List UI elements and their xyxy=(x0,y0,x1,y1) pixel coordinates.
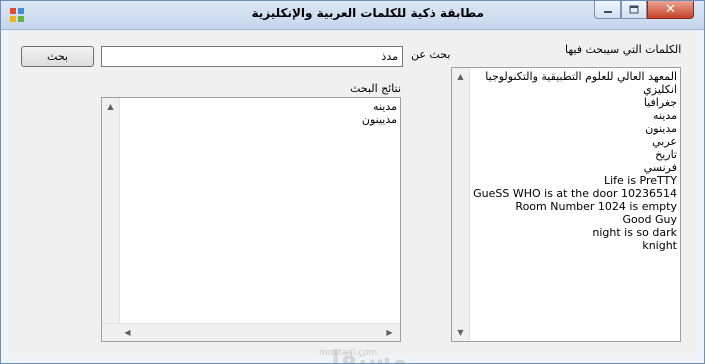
list-item[interactable]: Life is PreTTY xyxy=(473,174,677,187)
list-item[interactable]: مدينه xyxy=(362,100,397,113)
list-item[interactable]: Good Guy xyxy=(473,213,677,226)
scroll-down-icon[interactable]: ▼ xyxy=(452,324,469,341)
scroll-up-icon[interactable]: ▲ xyxy=(452,68,469,85)
minimize-icon xyxy=(603,10,612,13)
list-item[interactable]: night is so dark xyxy=(473,226,677,239)
source-list-label: الكلمات التي سيبحث فيها xyxy=(565,43,682,56)
list-item[interactable]: عربي xyxy=(473,135,677,148)
results-horizontal-scrollbar[interactable]: ◀ ▶ xyxy=(102,323,400,341)
results-listbox[interactable]: ▲ ◀ ▶ مدينه مديينون xyxy=(101,97,401,342)
source-list: المعهد العالي للعلوم التطبيقية والتكنولو… xyxy=(473,70,677,252)
scroll-right-icon[interactable]: ▶ xyxy=(381,324,398,341)
close-button[interactable]: ✕ xyxy=(647,1,694,19)
window-title: مطابقة ذكية للكلمات العربية والإنكليزية xyxy=(251,6,484,20)
list-item[interactable]: Room Number 1024 is empty xyxy=(473,200,677,213)
source-listbox[interactable]: ▲ ▼ المعهد العالي للعلوم التطبيقية والتك… xyxy=(451,67,681,342)
app-icon xyxy=(10,8,24,22)
source-vertical-scrollbar[interactable]: ▲ ▼ xyxy=(452,68,470,341)
list-item[interactable]: مديينون xyxy=(362,113,397,126)
app-window: مطابقة ذكية للكلمات العربية والإنكليزية … xyxy=(0,0,705,364)
scroll-left-icon[interactable]: ◀ xyxy=(119,324,136,341)
results-list: مدينه مديينون xyxy=(362,100,397,126)
list-item[interactable]: تاريخ xyxy=(473,148,677,161)
scroll-up-icon[interactable]: ▲ xyxy=(102,98,119,115)
results-vertical-scrollbar[interactable]: ▲ xyxy=(102,98,120,325)
search-input[interactable] xyxy=(101,46,403,67)
search-label: بحث عن xyxy=(411,48,451,61)
minimize-button[interactable] xyxy=(594,1,621,19)
maximize-icon xyxy=(629,5,639,14)
close-icon: ✕ xyxy=(665,2,676,17)
list-item[interactable]: فرنسي xyxy=(473,161,677,174)
list-item[interactable]: مدينون xyxy=(473,122,677,135)
maximize-button[interactable] xyxy=(621,1,647,19)
list-item[interactable]: المعهد العالي للعلوم التطبيقية والتكنولو… xyxy=(473,70,677,83)
list-item[interactable]: جغرافيا xyxy=(473,96,677,109)
search-button[interactable]: بحث xyxy=(21,46,94,67)
list-item[interactable]: مدينه xyxy=(473,109,677,122)
title-bar[interactable]: مطابقة ذكية للكلمات العربية والإنكليزية … xyxy=(1,1,704,30)
form-client-area: بحث بحث عن الكلمات التي سيبحث فيها نتائج… xyxy=(9,30,696,363)
list-item[interactable]: knight xyxy=(473,239,677,252)
list-item[interactable]: GueSS WHO is at the door 10236514 xyxy=(473,187,677,200)
list-item[interactable]: انكليزي xyxy=(473,83,677,96)
results-label: نتائج البحث xyxy=(350,82,402,95)
watermark-url: mostaql.com xyxy=(319,348,378,358)
